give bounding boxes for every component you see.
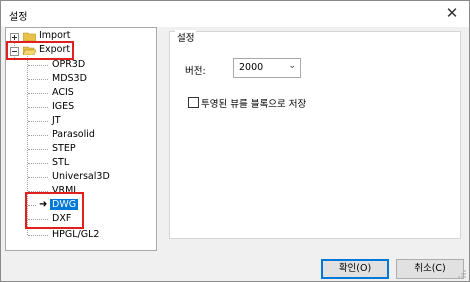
chevron-down-icon: ⌄ [288, 61, 296, 71]
tree-item-iges[interactable]: IGES [52, 100, 74, 114]
group-title: 설정 [175, 30, 197, 44]
close-icon[interactable]: ✕ [443, 3, 461, 23]
tree-item-stl[interactable]: STL [52, 156, 69, 170]
title-bar: 설정 ✕ [1, 1, 469, 27]
version-select[interactable]: 2000 ⌄ [233, 58, 301, 78]
settings-group [169, 31, 461, 239]
tree-item-hpgl[interactable]: HPGL/GL2 [52, 228, 99, 242]
settings-dialog: 설정 ✕ Import Export OPR3D MDS3D ACIS IGES… [0, 0, 470, 282]
tree-item-step[interactable]: STEP [52, 142, 76, 156]
transparent-block-label: 투영된 뷰를 블록으로 저장 [201, 99, 307, 110]
tree-item-universal3d[interactable]: Universal3D [52, 170, 110, 184]
window-title: 설정 [9, 12, 28, 23]
version-label: 버전: [185, 66, 206, 77]
ok-button[interactable]: 확인(O) [321, 259, 389, 279]
folder-icon [23, 32, 36, 41]
version-value: 2000 [239, 62, 264, 73]
tree-item-mds3d[interactable]: MDS3D [52, 72, 87, 86]
tree-item-acis[interactable]: ACIS [52, 86, 74, 100]
tree-item-jt[interactable]: JT [52, 114, 61, 128]
transparent-block-checkbox[interactable] [188, 97, 199, 108]
format-tree: Import Export OPR3D MDS3D ACIS IGES JT P… [5, 27, 157, 251]
tree-item-opr3d[interactable]: OPR3D [52, 58, 85, 72]
tree-item-dxf[interactable]: DXF [52, 212, 71, 226]
resize-grip-icon[interactable] [458, 270, 466, 278]
tree-item-parasolid[interactable]: Parasolid [52, 128, 95, 142]
cancel-button[interactable]: 취소(C) [396, 259, 464, 279]
